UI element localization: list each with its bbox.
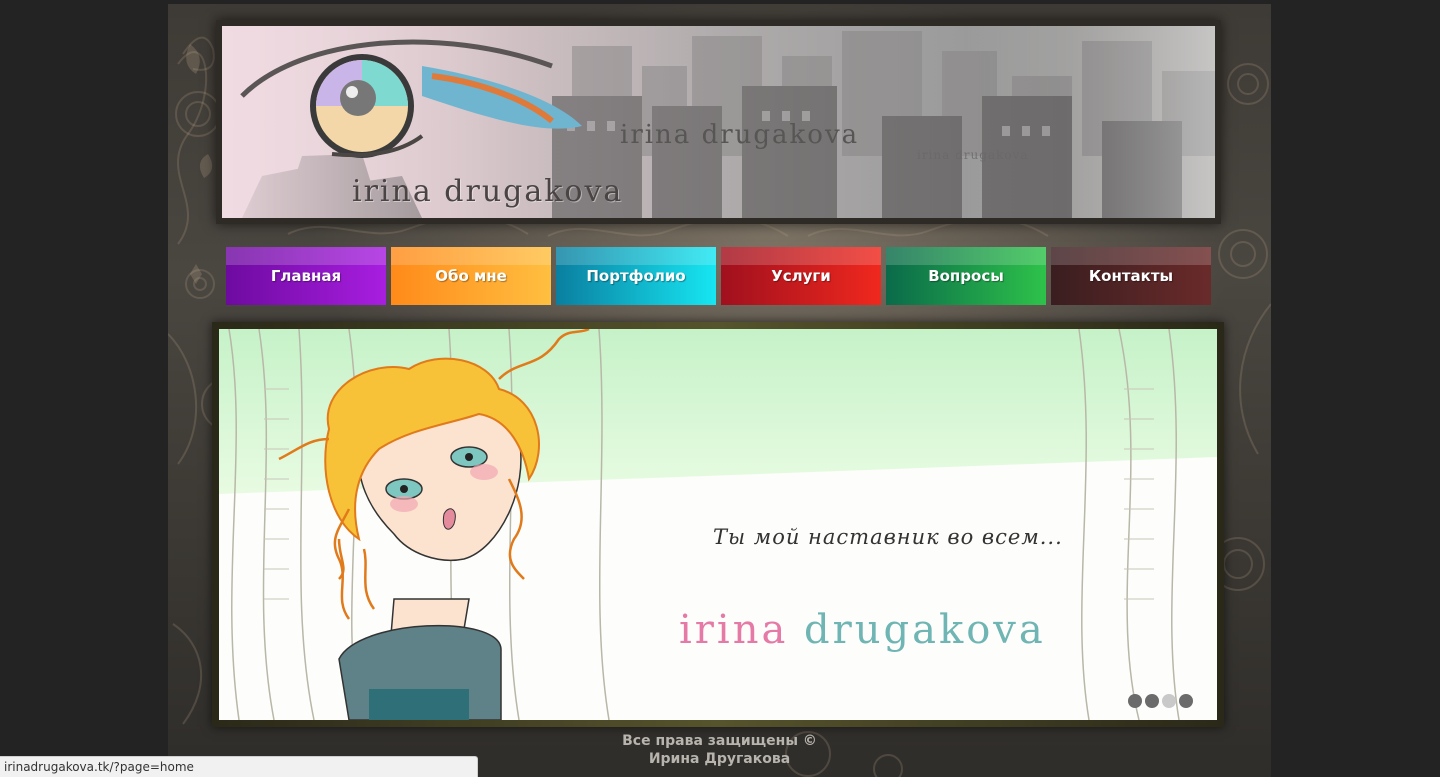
slide[interactable]: Ты мой наставник во всем... irina drugak… [219,329,1217,720]
nav-item-label: Контакты [1088,267,1174,285]
footer-copyright: Все права защищены © [622,733,817,749]
logo-text-small: irina drugakova [917,148,1029,162]
slide-brand-part2: drugakova [804,607,1046,653]
nav-item-home[interactable]: Главная [226,247,386,305]
header-artwork: irina drugakova irina drugakova irina dr… [222,26,1215,218]
browser-status-bar: irinadrugakova.tk/?page=home [0,756,478,777]
slider-dot-3[interactable] [1162,694,1176,708]
slide-brand-part1: irina [679,607,789,653]
nav-item-about[interactable]: Обо мне [391,247,551,305]
slider-dot-1[interactable] [1128,694,1142,708]
nav-item-label: Портфолио [586,267,686,285]
page-wrapper: irina drugakova irina drugakova irina dr… [168,4,1271,777]
logo-text-secondary: irina drugakova [620,120,860,150]
slider-dot-4[interactable] [1179,694,1193,708]
header-banner: irina drugakova irina drugakova irina dr… [216,20,1221,224]
nav-item-contacts[interactable]: Контакты [1051,247,1211,305]
nav-item-questions[interactable]: Вопросы [886,247,1046,305]
nav-item-label: Услуги [771,267,831,285]
nav-item-label: Вопросы [928,267,1004,285]
slide-brand: irina drugakova [679,607,1046,653]
logo-text-main: irina drugakova [352,174,624,209]
slider-pagination [1128,694,1193,708]
nav-item-services[interactable]: Услуги [721,247,881,305]
slide-quote: Ты мой наставник во всем... [713,525,1063,549]
nav-item-portfolio[interactable]: Портфолио [556,247,716,305]
nav-item-label: Главная [270,267,342,285]
slider-dot-2[interactable] [1145,694,1159,708]
nav-item-label: Обо мне [435,267,507,285]
main-navigation: Главная Обо мне Портфолио Услуги Вопросы… [226,247,1211,305]
image-slider: Ты мой наставник во всем... irina drugak… [212,322,1224,727]
